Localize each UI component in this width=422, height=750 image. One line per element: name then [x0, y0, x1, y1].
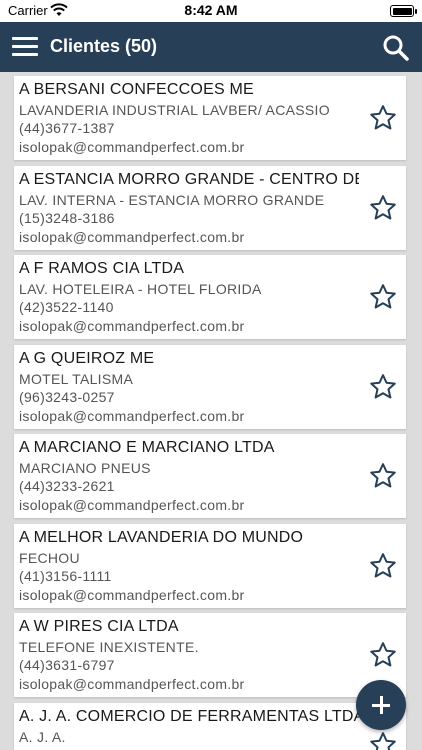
client-phone: (41)3156-1111	[19, 567, 112, 584]
clock: 8:42 AM	[184, 2, 238, 18]
favorite-button[interactable]	[368, 640, 398, 670]
client-phone: (44)3035-3333	[19, 747, 359, 750]
favorite-button[interactable]	[368, 730, 398, 750]
client-subtitle: FECHOU	[19, 549, 80, 566]
client-email: isolopak@commandperfect.com.br	[19, 676, 245, 692]
client-card[interactable]: A ESTANCIA MORRO GRANDE - CENTRO DE LAV.…	[14, 165, 406, 250]
client-email: isolopak@commandperfect.com.br	[19, 497, 245, 513]
search-button[interactable]	[382, 34, 410, 62]
favorite-button[interactable]	[368, 461, 398, 491]
client-card[interactable]: A BERSANI CONFECCOES ME LAVANDERIA INDUS…	[14, 76, 406, 160]
client-email: isolopak@commandperfect.com.br	[19, 407, 245, 424]
client-card[interactable]: A MARCIANO E MARCIANO LTDA MARCIANO PNEU…	[14, 434, 406, 518]
client-phone: (42)3522-1140	[19, 299, 114, 315]
client-name: A MARCIANO E MARCIANO LTDA	[19, 439, 275, 456]
add-client-button[interactable]	[356, 680, 406, 730]
client-subtitle: LAVANDERIA INDUSTRIAL LAVBER/ ACASSIO	[19, 102, 330, 118]
client-email: isolopak@commandperfect.com.br	[19, 318, 245, 334]
client-name: A MELHOR LAVANDERIA DO MUNDO	[19, 528, 304, 546]
favorite-button[interactable]	[368, 103, 398, 133]
client-name: A. J. A. COMERCIO DE FERRAMENTAS LTDA	[19, 707, 359, 725]
client-phone: (44)3631-6797	[19, 657, 115, 673]
star-outline-icon	[370, 731, 396, 750]
client-phone: (15)3248-3186	[19, 209, 115, 226]
search-icon	[383, 35, 409, 61]
star-outline-icon	[370, 284, 396, 309]
client-name: A ESTANCIA MORRO GRANDE - CENTRO DE	[19, 170, 359, 188]
favorite-button[interactable]	[368, 372, 398, 402]
page-title: Clientes (50)	[50, 36, 158, 56]
client-card[interactable]: A. J. A. COMERCIO DE FERRAMENTAS LTDA A.…	[14, 702, 406, 750]
favorite-button[interactable]	[368, 193, 398, 223]
client-phone: (44)3677-1387	[19, 120, 115, 136]
client-email: isolopak@commandperfect.com.br	[19, 139, 245, 155]
client-name: A W PIRES CIA LTDA	[19, 618, 179, 635]
star-outline-icon	[370, 642, 396, 667]
star-outline-icon	[370, 373, 396, 398]
battery-icon	[390, 5, 417, 17]
menu-icon	[12, 37, 38, 56]
client-phone: (96)3243-0257	[19, 388, 115, 405]
status-bar: Carrier 8:42 AM	[0, 0, 422, 22]
app-bar: Clientes (50)	[0, 22, 422, 72]
client-subtitle: LAV. INTERNA - ESTANCIA MORRO GRANDE	[19, 191, 325, 208]
client-card[interactable]: A MELHOR LAVANDERIA DO MUNDO FECHOU (41)…	[14, 523, 406, 608]
client-card[interactable]: A G QUEIROZ ME MOTEL TALISMA (96)3243-02…	[14, 344, 406, 429]
client-subtitle: A. J. A.	[19, 728, 66, 745]
client-email: isolopak@commandperfect.com.br	[19, 228, 245, 245]
menu-button[interactable]	[12, 37, 38, 57]
client-card[interactable]: A F RAMOS CIA LTDA LAV. HOTELEIRA - HOTE…	[14, 255, 406, 339]
client-email: isolopak@commandperfect.com.br	[19, 586, 245, 603]
client-phone: (44)3233-2621	[19, 478, 115, 494]
star-outline-icon	[370, 463, 396, 488]
client-list[interactable]: A BERSANI CONFECCOES ME LAVANDERIA INDUS…	[0, 72, 422, 750]
client-subtitle: LAV. HOTELEIRA - HOTEL FLORIDA	[19, 281, 262, 297]
client-name: A F RAMOS CIA LTDA	[19, 260, 185, 277]
favorite-button[interactable]	[368, 282, 398, 312]
client-subtitle: TELEFONE INEXISTENTE.	[19, 639, 199, 655]
favorite-button[interactable]	[368, 551, 398, 581]
star-outline-icon	[370, 105, 396, 130]
star-outline-icon	[370, 552, 396, 577]
client-subtitle: MOTEL TALISMA	[19, 370, 134, 387]
client-name: A G QUEIROZ ME	[19, 349, 155, 367]
client-name: A BERSANI CONFECCOES ME	[19, 81, 254, 98]
client-subtitle: MARCIANO PNEUS	[19, 460, 151, 476]
client-card[interactable]: A W PIRES CIA LTDA TELEFONE INEXISTENTE.…	[14, 613, 406, 697]
star-outline-icon	[370, 194, 396, 219]
